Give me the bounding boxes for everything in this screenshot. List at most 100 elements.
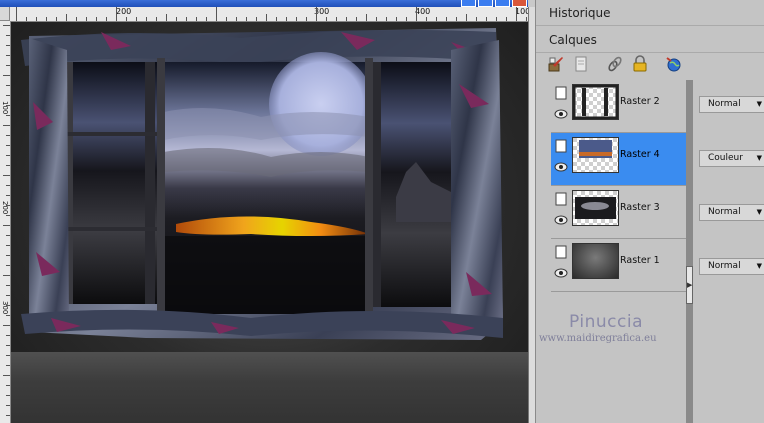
ruler-tick — [6, 165, 10, 166]
layer-thumbnail — [572, 243, 619, 279]
ruler-label: 300 — [1, 301, 9, 315]
ruler-tick — [526, 17, 527, 21]
ruler-tick — [6, 185, 10, 186]
layers-palette-title[interactable]: Calques — [536, 27, 764, 53]
layer-row-raster-4[interactable]: Raster 4 — [551, 133, 686, 186]
ruler-label: 200 — [1, 201, 9, 215]
ruler-tick — [196, 17, 197, 21]
minimize-button[interactable] — [461, 0, 476, 7]
visibility-eye-icon[interactable] — [554, 266, 568, 280]
blend-mode-value: Normal — [708, 207, 741, 217]
ruler-tick — [6, 145, 10, 146]
ruler-tick — [6, 245, 10, 246]
ruler-tick — [26, 17, 27, 21]
scroll-arrow-icon[interactable]: ▶ — [687, 281, 692, 289]
ruler-tick — [6, 205, 10, 206]
composite-image — [21, 28, 503, 340]
blend-mode-value: Couleur — [708, 153, 743, 163]
ruler-label: 400 — [415, 7, 431, 16]
layer-row-raster-3[interactable]: Raster 3 — [551, 186, 686, 239]
ruler-tick — [6, 215, 10, 216]
ruler-tick — [516, 7, 517, 21]
restore-button[interactable] — [495, 0, 510, 7]
moon — [269, 52, 373, 156]
ruler-tick — [3, 225, 10, 226]
ruler-tick — [406, 17, 407, 21]
layer-type-icon — [554, 139, 568, 153]
ruler-tick — [236, 17, 237, 21]
ruler-tick — [6, 265, 10, 266]
link-icon[interactable] — [605, 54, 625, 74]
ruler-label: 100 — [1, 101, 9, 115]
history-palette-title[interactable]: Historique — [536, 0, 764, 26]
ruler-tick — [3, 275, 10, 276]
ruler-tick — [256, 17, 257, 21]
dropdown-arrow-icon: ▼ — [756, 100, 762, 108]
page-icon[interactable] — [571, 54, 591, 74]
ruler-tick — [466, 14, 467, 21]
ruler-tick — [6, 45, 10, 46]
blend-mode-dropdown[interactable]: Normal ▼ — [699, 258, 764, 275]
ruler-tick — [246, 17, 247, 21]
ruler-tick — [6, 65, 10, 66]
ruler-tick — [106, 17, 107, 21]
blend-mode-dropdown[interactable]: Normal ▼ — [699, 96, 764, 113]
toolbar-separator — [596, 54, 600, 74]
ruler-tick — [386, 17, 387, 21]
layer-thumbnail — [572, 84, 619, 120]
paint-brush-icon[interactable] — [546, 54, 566, 74]
ruler-tick — [146, 17, 147, 21]
layer-name: Raster 2 — [620, 96, 660, 107]
ruler-tick — [6, 55, 10, 56]
image-canvas[interactable] — [11, 22, 528, 423]
ruler-tick — [3, 125, 10, 126]
visibility-eye-icon[interactable] — [554, 213, 568, 227]
ruler-tick — [286, 17, 287, 21]
ruler-tick — [6, 285, 10, 286]
layer-thumbnail — [572, 190, 619, 226]
visibility-eye-icon[interactable] — [554, 160, 568, 174]
vertical-ruler: 100 200 300 — [0, 21, 11, 423]
ruler-tick — [6, 405, 10, 406]
ruler-tick — [6, 335, 10, 336]
ruler-tick — [436, 17, 437, 21]
ruler-tick — [216, 7, 217, 21]
ruler-tick — [356, 17, 357, 21]
ruler-tick — [3, 375, 10, 376]
visibility-eye-icon[interactable] — [554, 107, 568, 121]
ruler-tick — [496, 17, 497, 21]
ruler-tick — [6, 365, 10, 366]
layer-row-raster-2[interactable]: Raster 2 — [551, 80, 686, 133]
ruler-tick — [16, 7, 17, 21]
watermark-url: www.maidiregrafica.eu — [539, 333, 657, 344]
dropdown-arrow-icon: ▼ — [756, 262, 762, 270]
maximize-button[interactable] — [478, 0, 493, 7]
ruler-tick — [6, 35, 10, 36]
ruler-tick — [416, 7, 417, 21]
ruler-tick — [6, 395, 10, 396]
blend-mode-dropdown[interactable]: Normal ▼ — [699, 204, 764, 221]
ruler-tick — [156, 17, 157, 21]
ruler-tick — [6, 345, 10, 346]
layer-row-raster-1[interactable]: Raster 1 — [551, 239, 686, 292]
ruler-tick — [6, 105, 10, 106]
lock-icon[interactable] — [630, 54, 650, 74]
canvas-vertical-scrollbar[interactable] — [528, 7, 535, 423]
ruler-tick — [396, 17, 397, 21]
ruler-tick — [126, 17, 127, 21]
ruler-tick — [486, 17, 487, 21]
ruler-tick — [86, 17, 87, 21]
ruler-tick — [6, 115, 10, 116]
ruler-tick — [166, 14, 167, 21]
globe-icon[interactable] — [664, 54, 684, 74]
layers-scrollbar[interactable] — [686, 80, 693, 423]
ruler-tick — [456, 17, 457, 21]
window-titlebar — [0, 0, 528, 7]
blend-mode-dropdown[interactable]: Couleur ▼ — [699, 150, 764, 167]
close-button[interactable] — [512, 0, 527, 7]
ruler-tick — [306, 17, 307, 21]
ruler-tick — [3, 325, 10, 326]
ruler-tick — [336, 17, 337, 21]
ruler-tick — [376, 17, 377, 21]
ruler-tick — [6, 155, 10, 156]
